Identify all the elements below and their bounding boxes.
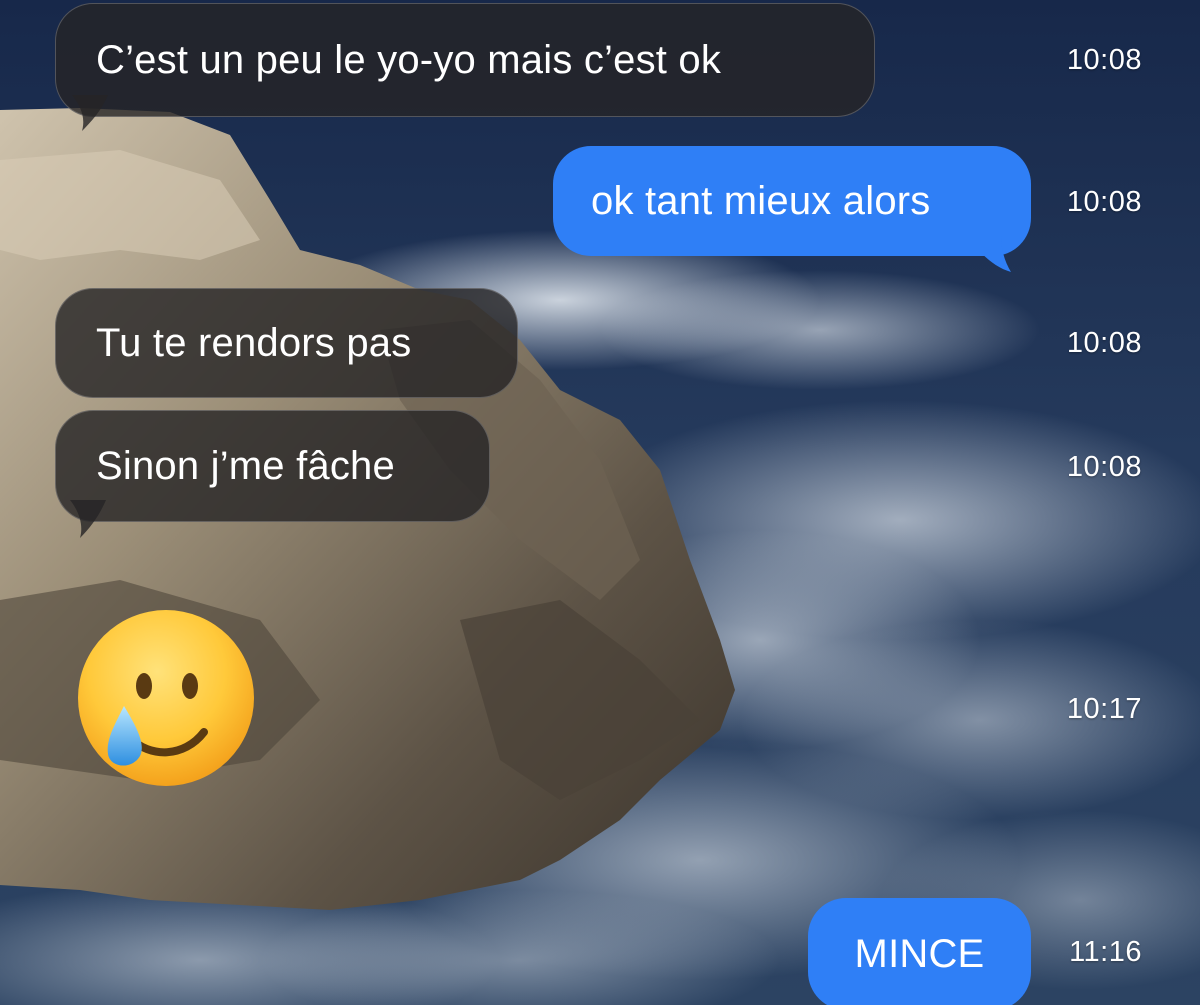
- incoming-message-bubble[interactable]: C’est un peu le yo-yo mais c’est ok: [55, 3, 875, 117]
- message-timestamp: 10:08: [1066, 327, 1142, 359]
- message-timestamp: 10:17: [1066, 693, 1142, 725]
- bubble-tail: [70, 500, 106, 538]
- message-text: Tu te rendors pas: [96, 321, 412, 365]
- bubble-tail: [72, 95, 108, 131]
- bubble-tail: [975, 236, 1011, 272]
- outgoing-message-bubble[interactable]: MINCE: [808, 898, 1031, 1005]
- incoming-message-bubble[interactable]: Tu te rendors pas: [55, 288, 518, 398]
- message-timestamp: 10:08: [1066, 451, 1142, 483]
- message-text: C’est un peu le yo-yo mais c’est ok: [96, 38, 722, 82]
- message-text: ok tant mieux alors: [591, 179, 931, 223]
- message-timestamp: 11:16: [1069, 936, 1142, 968]
- emoji-message[interactable]: [72, 608, 258, 794]
- chat-screen: C’est un peu le yo-yo mais c’est ok 10:0…: [0, 0, 1200, 1005]
- smiling-face-with-tear-icon: [78, 610, 254, 786]
- message-text: Sinon j’me fâche: [96, 444, 395, 488]
- incoming-message-bubble[interactable]: Sinon j’me fâche: [55, 410, 490, 522]
- outgoing-message-bubble[interactable]: ok tant mieux alors: [553, 146, 1031, 256]
- message-text: MINCE: [854, 932, 985, 976]
- message-timestamp: 10:08: [1066, 44, 1142, 76]
- message-timestamp: 10:08: [1066, 186, 1142, 218]
